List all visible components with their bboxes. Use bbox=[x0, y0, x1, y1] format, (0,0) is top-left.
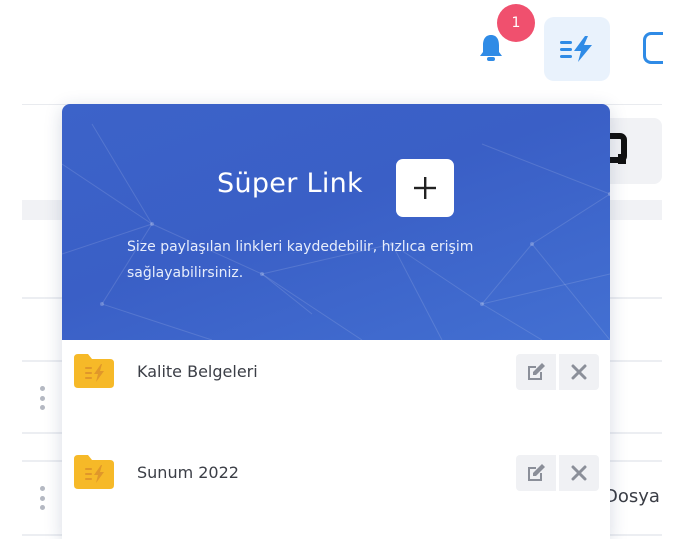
delete-button[interactable] bbox=[559, 354, 599, 390]
list-item[interactable]: Kalite Belgeleri bbox=[62, 340, 610, 406]
list-item-label: Kalite Belgeleri bbox=[137, 362, 258, 381]
notification-count-badge: 1 bbox=[497, 4, 535, 42]
popup-title: Süper Link bbox=[217, 168, 363, 199]
bell-icon bbox=[480, 35, 502, 61]
edit-button[interactable] bbox=[516, 455, 556, 491]
row-menu-icon[interactable] bbox=[38, 386, 46, 410]
close-icon bbox=[571, 364, 587, 380]
folder-icon bbox=[74, 354, 114, 388]
delete-button[interactable] bbox=[559, 455, 599, 491]
list-item[interactable]: Sunum 2022 bbox=[62, 441, 610, 507]
background-cell-text: Dosya bbox=[604, 486, 660, 507]
list-item-label: Sunum 2022 bbox=[137, 463, 239, 482]
notifications-button[interactable] bbox=[478, 32, 504, 64]
row-menu-icon[interactable] bbox=[38, 486, 46, 510]
folder-icon bbox=[74, 455, 114, 489]
edit-icon bbox=[528, 363, 545, 380]
super-link-button[interactable] bbox=[544, 17, 610, 81]
edit-button[interactable] bbox=[516, 354, 556, 390]
popup-description: Size paylaşılan linkleri kaydedebilir, h… bbox=[127, 239, 474, 281]
plus-icon bbox=[414, 177, 436, 199]
lightning-list-icon bbox=[560, 36, 592, 62]
close-icon bbox=[571, 465, 587, 481]
edit-icon bbox=[528, 464, 545, 481]
network-background-decoration bbox=[62, 123, 610, 340]
popup-header: Süper Link Size paylaşılan linkleri kayd… bbox=[62, 104, 610, 340]
partial-toolbar-button[interactable] bbox=[643, 32, 663, 64]
super-link-popup: Süper Link Size paylaşılan linkleri kayd… bbox=[62, 104, 610, 539]
add-link-button[interactable] bbox=[396, 159, 454, 217]
